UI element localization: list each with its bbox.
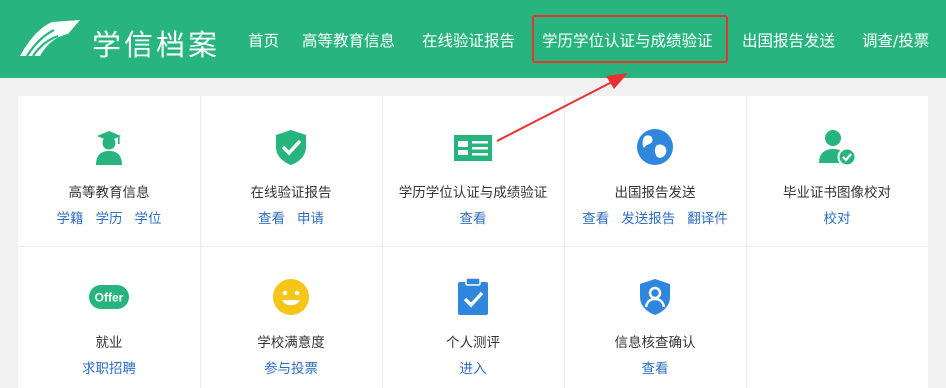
link-view[interactable]: 查看 [258, 211, 285, 227]
nav-highlight-box [532, 15, 728, 63]
graduate-icon [96, 131, 122, 165]
card-title: 学历学位认证与成绩验证 [398, 185, 548, 201]
card-title: 毕业证书图像校对 [783, 185, 891, 201]
card-title: 学校满意度 [257, 335, 325, 351]
card-links: 进入 [382, 357, 564, 377]
card-title: 高等教育信息 [68, 185, 150, 201]
link-proofread[interactable]: 校对 [824, 211, 851, 227]
card-higher-education[interactable]: 高等教育信息 学籍 学历 学位 [18, 96, 200, 246]
card-certification[interactable]: 学历学位认证与成绩验证 查看 [382, 96, 564, 246]
card-links: 查看 申请 [200, 207, 382, 227]
link-degree[interactable]: 学位 [135, 211, 162, 227]
user-check-icon [819, 130, 857, 167]
card-abroad-report[interactable]: 出国报告发送 查看 发送报告 翻译件 [564, 96, 746, 246]
nav-home[interactable]: 首页 [248, 29, 279, 51]
card-title: 个人测评 [446, 335, 500, 351]
card-title: 就业 [95, 335, 123, 351]
card-info-confirm[interactable]: 信息核查确认 查看 [564, 246, 746, 388]
link-vote[interactable]: 参与投票 [264, 361, 318, 377]
smiley-icon [273, 279, 309, 315]
nav-survey[interactable]: 调查/投票 [862, 29, 929, 51]
svg-text:Offer: Offer [95, 291, 124, 305]
logo-icon [20, 20, 80, 57]
card-title: 出国报告发送 [614, 185, 696, 201]
card-links: 参与投票 [200, 357, 382, 377]
card-certificate-check[interactable]: 毕业证书图像校对 校对 [746, 96, 928, 246]
card-title: 在线验证报告 [250, 185, 332, 201]
service-panel: 高等教育信息 学籍 学历 学位 在线验证报告 查看 申请 学历学位认证与成绩验证 查看 [18, 96, 928, 388]
link-send-report[interactable]: 发送报告 [621, 211, 675, 227]
offer-icon: Offer [89, 285, 129, 309]
user-shield-icon [640, 279, 670, 315]
link-enter[interactable]: 进入 [460, 361, 487, 377]
nav-abroad-report[interactable]: 出国报告发送 [742, 29, 835, 51]
card-employment[interactable]: Offer 就业 求职招聘 [18, 246, 200, 388]
link-translation[interactable]: 翻译件 [687, 211, 728, 227]
card-links: 学籍 学历 学位 [18, 207, 200, 227]
link-view[interactable]: 查看 [582, 211, 609, 227]
globe-icon [637, 129, 673, 165]
link-student-status[interactable]: 学籍 [57, 211, 84, 227]
link-degree-record[interactable]: 学历 [96, 211, 123, 227]
card-assessment[interactable]: 个人测评 进入 [382, 246, 564, 388]
card-title: 信息核查确认 [614, 335, 696, 351]
top-header: 学信档案 首页 高等教育信息 在线验证报告 学历学位认证与成绩验证 出国报告发送… [0, 0, 946, 78]
id-card-icon [454, 135, 492, 161]
card-online-verification[interactable]: 在线验证报告 查看 申请 [200, 96, 382, 246]
card-links: 查看 [382, 207, 564, 227]
card-links: 求职招聘 [18, 357, 200, 377]
link-view[interactable]: 查看 [642, 361, 669, 377]
nav-higher-education[interactable]: 高等教育信息 [302, 29, 395, 51]
link-job-search[interactable]: 求职招聘 [82, 361, 136, 377]
nav-online-verification[interactable]: 在线验证报告 [422, 29, 515, 51]
link-apply[interactable]: 申请 [297, 211, 324, 227]
link-view[interactable]: 查看 [460, 211, 487, 227]
card-links: 查看 发送报告 翻译件 [564, 207, 746, 227]
card-links: 查看 [564, 357, 746, 377]
card-links: 校对 [746, 207, 928, 227]
card-satisfaction[interactable]: 学校满意度 参与投票 [200, 246, 382, 388]
shield-check-icon [276, 130, 306, 165]
clipboard-check-icon [458, 277, 488, 315]
brand-title[interactable]: 学信档案 [92, 22, 220, 64]
